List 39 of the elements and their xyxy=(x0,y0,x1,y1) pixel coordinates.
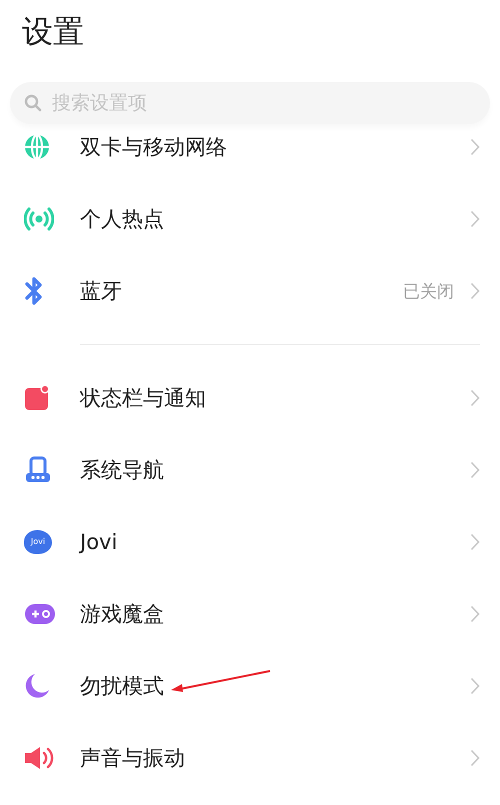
chevron-icon xyxy=(470,389,480,407)
item-label: Jovi xyxy=(80,530,118,554)
item-label: 状态栏与通知 xyxy=(80,385,206,412)
item-label: 声音与振动 xyxy=(80,745,185,772)
hotspot-icon xyxy=(24,207,54,231)
chevron-icon xyxy=(470,461,480,479)
page-title: 设置 xyxy=(21,13,85,52)
chevron-icon xyxy=(470,282,480,300)
globe-icon xyxy=(24,134,50,160)
speaker-icon xyxy=(24,745,56,771)
settings-item[interactable]: Jovi Jovi xyxy=(0,506,500,578)
item-label: 游戏魔盒 xyxy=(80,601,164,628)
settings-item[interactable]: 蓝牙 已关闭 xyxy=(0,255,500,327)
settings-item[interactable]: 个人热点 xyxy=(0,183,500,255)
bluetooth-icon xyxy=(24,276,44,306)
item-label: 蓝牙 xyxy=(80,278,122,305)
gamepad-icon xyxy=(24,603,56,625)
notification-icon xyxy=(24,385,50,411)
moon-icon xyxy=(24,673,50,699)
settings-item[interactable]: 系统导航 xyxy=(0,434,500,506)
settings-item[interactable]: 状态栏与通知 xyxy=(0,362,500,434)
item-status: 已关闭 xyxy=(403,280,454,302)
item-label: 个人热点 xyxy=(80,206,164,233)
phone-icon xyxy=(24,456,52,484)
settings-item[interactable]: 声音与振动 xyxy=(0,722,500,794)
item-label: 系统导航 xyxy=(80,457,164,484)
settings-item[interactable]: 勿扰模式 xyxy=(0,650,500,722)
app-logo-icon: Jovi xyxy=(24,530,52,554)
chevron-icon xyxy=(470,138,480,156)
chevron-icon xyxy=(470,533,480,551)
settings-item[interactable]: 双卡与移动网络 xyxy=(0,124,500,183)
chevron-icon xyxy=(470,749,480,767)
chevron-icon xyxy=(470,677,480,695)
settings-item[interactable]: 游戏魔盒 xyxy=(0,578,500,650)
chevron-icon xyxy=(470,210,480,228)
item-label: 双卡与移动网络 xyxy=(80,134,227,161)
chevron-icon xyxy=(470,605,480,623)
item-label: 勿扰模式 xyxy=(80,673,164,700)
search-icon xyxy=(24,94,42,112)
